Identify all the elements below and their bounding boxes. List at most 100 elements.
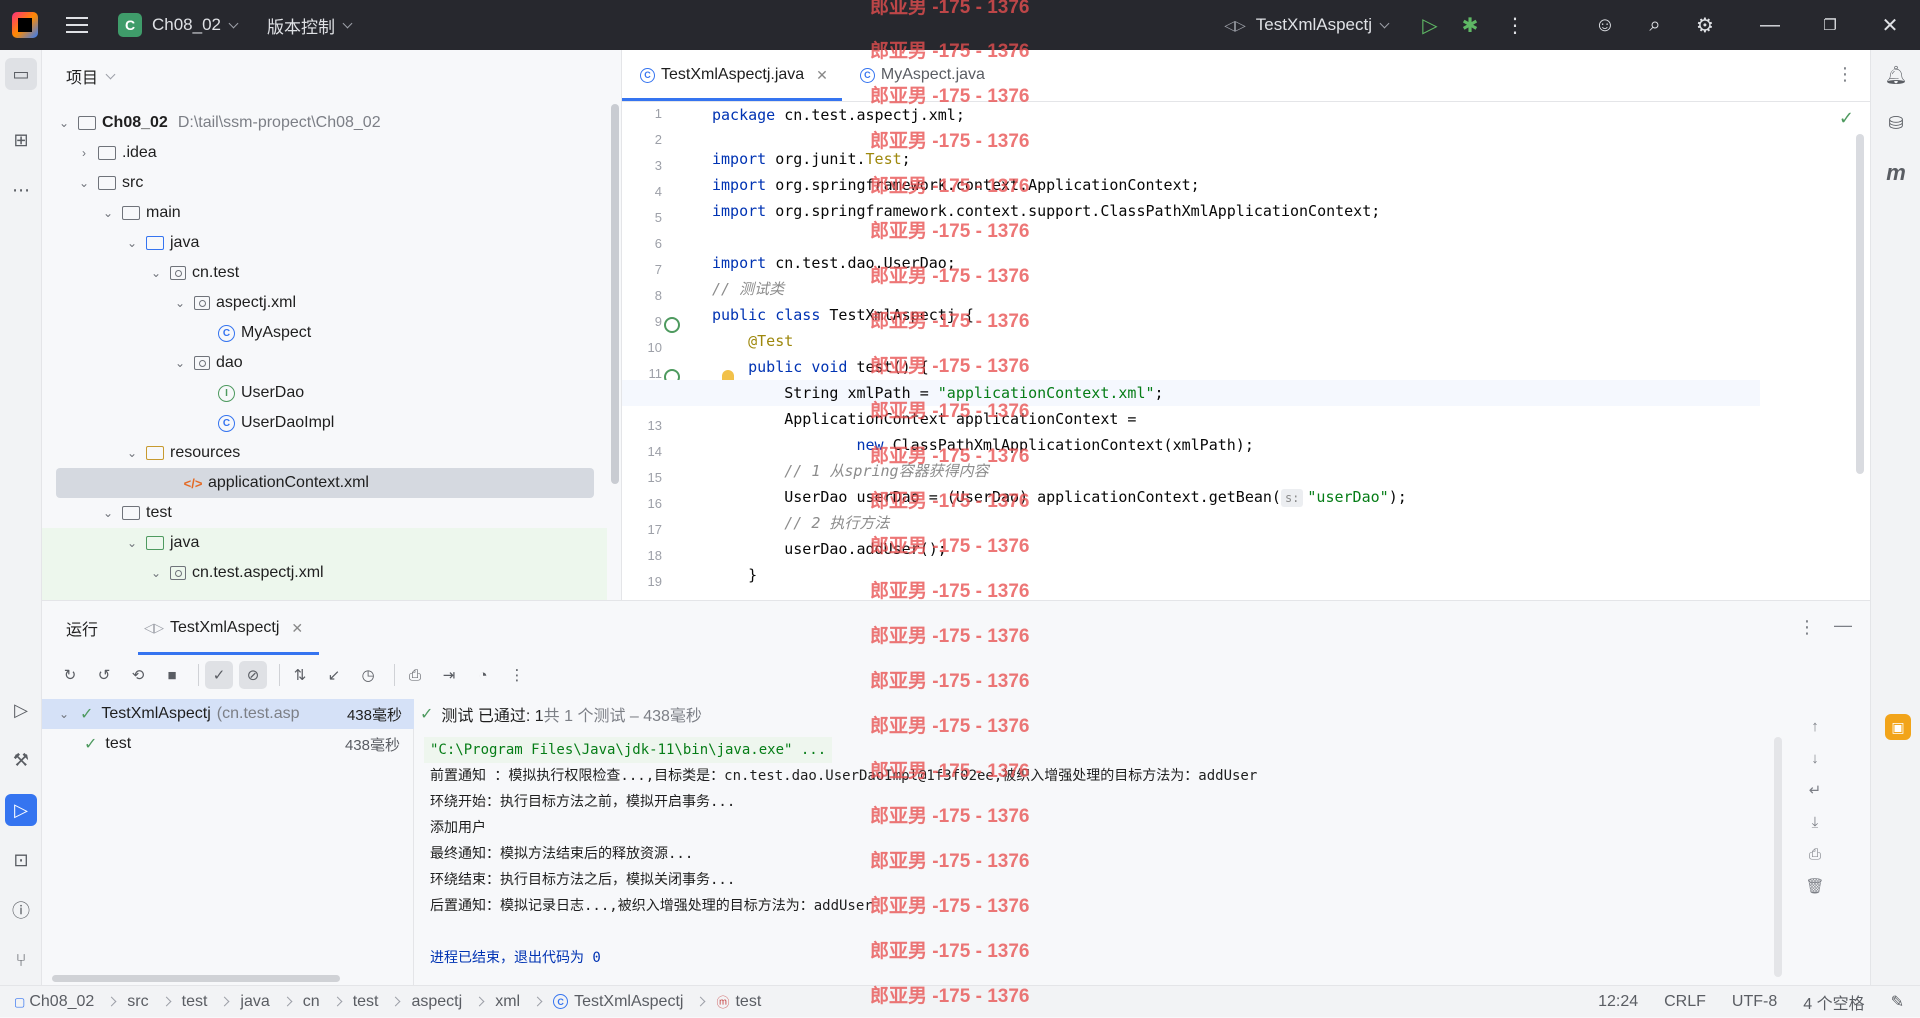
notifications-bell-icon[interactable]: 🔔︎ <box>1883 62 1909 88</box>
tab-myaspect[interactable]: C MyAspect.java <box>842 49 999 101</box>
screenshot-camera-icon[interactable]: ⎙ <box>401 661 429 689</box>
run-class-gutter-icon[interactable] <box>664 317 680 333</box>
breadcrumb-item[interactable]: java <box>240 993 269 1011</box>
tree-item-test-java[interactable]: ⌄ java <box>42 528 607 558</box>
breadcrumb-item[interactable]: xml <box>495 993 520 1011</box>
toggle-auto-test-icon[interactable]: ⟲ <box>124 661 152 689</box>
more-actions-icon[interactable]: ⋮ <box>1490 0 1540 50</box>
expand-arrow-icon[interactable]: ⌄ <box>146 266 166 280</box>
expand-arrow-icon[interactable]: ⌄ <box>98 206 118 220</box>
console-command-line[interactable]: "C:\Program Files\Java\jdk-11\bin\java.e… <box>424 737 833 763</box>
soft-wrap-icon[interactable]: ↵ <box>1800 775 1830 805</box>
git-branch-icon[interactable]: ⑂ <box>5 944 37 976</box>
breadcrumb-item[interactable]: test <box>353 993 379 1011</box>
add-user-icon[interactable]: ☺ <box>1580 0 1630 50</box>
tree-item-resources[interactable]: ⌄ resources <box>42 438 607 468</box>
tree-item-userdaoimpl[interactable]: C UserDaoImpl <box>42 408 607 438</box>
tree-item-module[interactable]: ⌄ Ch08_02 D:\tail\ssm-propect\Ch08_02 <box>42 108 607 138</box>
rerun-icon[interactable]: ↻ <box>56 661 84 689</box>
tab-options-icon[interactable]: ⋮ <box>1836 64 1854 85</box>
expand-arrow-icon[interactable]: ⌄ <box>146 566 166 580</box>
run-tool-icon[interactable]: ▷ <box>5 794 37 826</box>
code-area[interactable]: package cn.test.aspectj.xml; import org.… <box>622 102 1862 600</box>
code-editor[interactable]: C TestXmlAspectj.java ✕ C MyAspect.java … <box>622 50 1870 600</box>
rerun-failed-icon[interactable]: ↺ <box>90 661 118 689</box>
maven-icon[interactable]: m <box>1883 160 1909 186</box>
project-scrollbar[interactable] <box>611 104 619 484</box>
breadcrumb-item[interactable]: aspectj <box>411 993 462 1011</box>
expand-arrow-icon[interactable]: ⌄ <box>170 296 190 310</box>
structure-icon[interactable]: ⊞ <box>5 124 37 156</box>
clear-trash-icon[interactable]: 🗑︎ <box>1800 871 1830 901</box>
tree-item-main[interactable]: ⌄ main <box>42 198 607 228</box>
up-arrow-icon[interactable]: ↑ <box>1800 711 1830 741</box>
chevron-down-icon[interactable] <box>105 69 116 79</box>
hide-panel-icon[interactable]: — <box>1834 615 1852 636</box>
console-scrollbar[interactable] <box>1774 737 1782 977</box>
tree-item-userdao[interactable]: I UserDao <box>42 378 607 408</box>
restore-icon[interactable]: ❐ <box>1800 0 1860 50</box>
project-folder-icon[interactable]: ▭ <box>5 58 37 90</box>
breadcrumb-item[interactable]: cn <box>303 993 320 1011</box>
show-ignored-icon[interactable]: ⊘ <box>239 661 267 689</box>
terminal-icon[interactable]: ⊡ <box>5 844 37 876</box>
print-icon[interactable]: ⎙ <box>1800 839 1830 869</box>
file-encoding[interactable]: UTF-8 <box>1732 993 1777 1011</box>
breadcrumb-item[interactable]: Ch08_02 <box>29 993 94 1011</box>
main-menu-icon[interactable] <box>66 17 88 33</box>
close-window-icon[interactable]: ✕ <box>1860 0 1920 50</box>
minimize-icon[interactable]: — <box>1740 0 1800 50</box>
breadcrumb-item[interactable]: test <box>735 993 761 1011</box>
vcs-menu[interactable]: 版本控制 <box>267 13 335 38</box>
show-passed-icon[interactable]: ✓ <box>205 661 233 689</box>
tree-item-aspectj-xml[interactable]: ⌄ aspectj.xml <box>42 288 607 318</box>
line-separator[interactable]: CRLF <box>1664 993 1706 1011</box>
database-icon[interactable]: ⛁ <box>1883 110 1909 136</box>
breadcrumb-item[interactable]: TestXmlAspectj <box>574 993 683 1011</box>
run-options-icon[interactable]: ⋮ <box>1798 617 1816 638</box>
run-icon[interactable]: ▷ <box>1410 0 1450 50</box>
stop-icon[interactable]: ■ <box>158 661 186 689</box>
tree-item-src[interactable]: ⌄ src <box>42 168 607 198</box>
history-clock-icon[interactable]: ◷ <box>354 661 382 689</box>
close-tab-icon[interactable]: ✕ <box>291 620 303 637</box>
search-icon[interactable]: ⌕ <box>1630 0 1680 50</box>
sort-icon[interactable]: ⇅ <box>286 661 314 689</box>
tab-testxmlaspectj[interactable]: C TestXmlAspectj.java ✕ <box>622 49 842 101</box>
settings-gear-icon[interactable]: ⚙ <box>1680 0 1730 50</box>
tree-item-dao[interactable]: ⌄ dao <box>42 348 607 378</box>
breadcrumb-item[interactable]: src <box>127 993 148 1011</box>
collapsed-arrow-icon[interactable]: › <box>74 146 94 160</box>
build-hammer-icon[interactable]: ⚒ <box>5 744 37 776</box>
tree-item-test[interactable]: ⌄ test <box>42 498 607 528</box>
test-root-row[interactable]: ⌄ ✓ TestXmlAspectj (cn.test.asp 438毫秒 <box>42 699 414 729</box>
coverage-icon[interactable]: ◔ <box>469 661 497 689</box>
tree-horizontal-scrollbar[interactable] <box>52 975 340 982</box>
down-arrow-icon[interactable]: ↓ <box>1800 743 1830 773</box>
project-badge-icon[interactable]: C <box>118 13 142 37</box>
close-tab-icon[interactable]: ✕ <box>816 67 828 84</box>
run-tab-testxmlaspectj[interactable]: ◁▷ TestXmlAspectj ✕ <box>138 601 320 655</box>
expand-arrow-icon[interactable]: ⌄ <box>122 536 142 550</box>
plugin-assistant-icon[interactable]: ▣ <box>1885 714 1911 740</box>
expand-arrow-icon[interactable]: ⌄ <box>54 707 74 721</box>
project-panel-title[interactable]: 项目 <box>66 64 98 88</box>
expand-arrow-icon[interactable]: ⌄ <box>74 176 94 190</box>
more-tools-icon[interactable]: ⋯ <box>5 174 37 206</box>
editor-scrollbar[interactable] <box>1856 134 1864 474</box>
import-tests-icon[interactable]: ⇥ <box>435 661 463 689</box>
read-only-toggle-icon[interactable]: ✎ <box>1891 992 1904 1012</box>
scroll-to-end-icon[interactable]: ⤓ <box>1800 807 1830 837</box>
intellij-logo-icon[interactable] <box>12 12 38 38</box>
expand-arrow-icon[interactable]: ⌄ <box>98 506 118 520</box>
expand-arrow-icon[interactable]: ⌄ <box>122 446 142 460</box>
project-switcher[interactable]: Ch08_02 <box>152 15 221 35</box>
cursor-position[interactable]: 12:24 <box>1598 993 1638 1011</box>
tree-item-cn-test-aspectj-xml[interactable]: ⌄ cn.test.aspectj.xml <box>42 558 607 588</box>
run-config-selector[interactable]: ◁▷ TestXmlAspectj <box>1224 15 1390 35</box>
expand-arrow-icon[interactable]: ⌄ <box>54 116 74 130</box>
breadcrumb-item[interactable]: test <box>182 993 208 1011</box>
indent-setting[interactable]: 4 个空格 <box>1803 990 1864 1014</box>
test-method-row[interactable]: ✓ test 438毫秒 <box>54 729 412 759</box>
expand-arrow-icon[interactable]: ⌄ <box>170 356 190 370</box>
